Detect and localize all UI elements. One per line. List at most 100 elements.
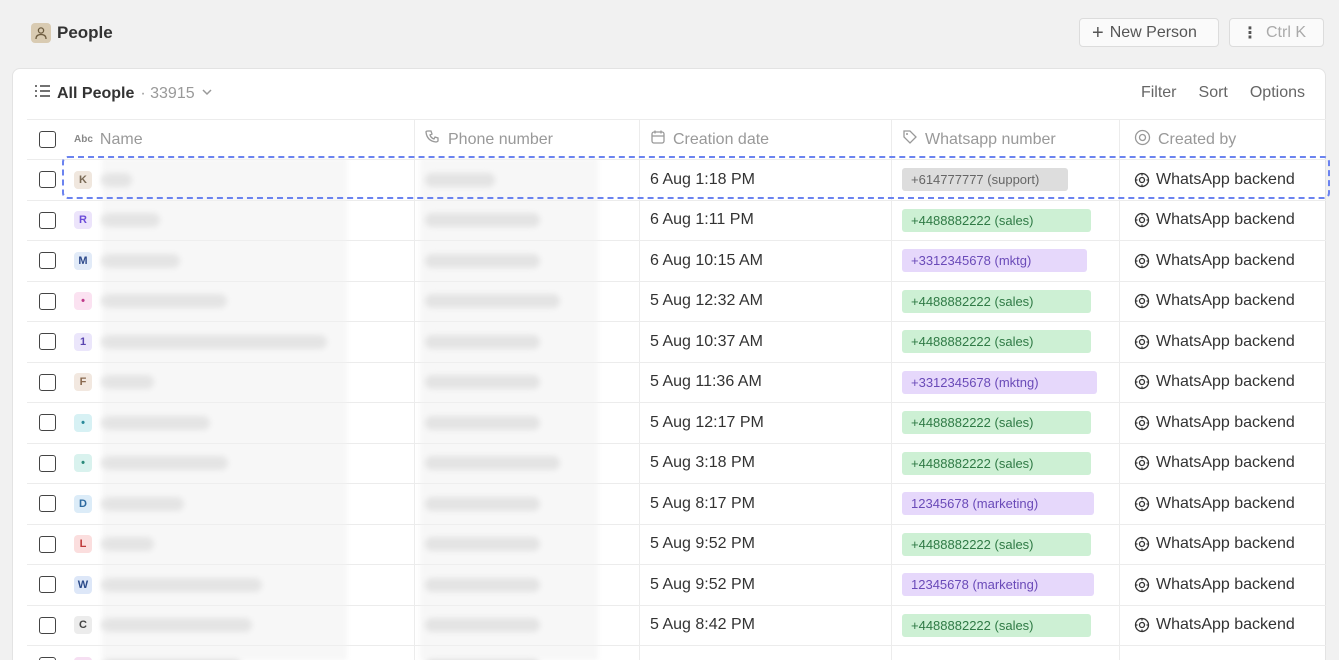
row-checkbox[interactable]	[38, 495, 56, 513]
name-cell[interactable]: R	[67, 200, 415, 240]
phone-cell[interactable]	[415, 605, 640, 645]
creation-date-cell[interactable]: 5 Aug 11:36 AM	[640, 362, 892, 402]
creation-date-cell[interactable]: 6 Aug 1:11 PM	[640, 200, 892, 240]
column-header-name[interactable]: Abc Name	[67, 120, 415, 159]
filter-button[interactable]: Filter	[1141, 84, 1177, 102]
phone-cell[interactable]	[415, 443, 640, 483]
phone-cell[interactable]	[415, 160, 640, 200]
command-menu-button[interactable]: ⋮ Ctrl K	[1229, 18, 1324, 47]
whatsapp-cell[interactable]: +4488882222 (sales)	[892, 605, 1120, 645]
phone-cell[interactable]	[415, 200, 640, 240]
creation-date-cell[interactable]: 5 Aug 9:52 PM	[640, 524, 892, 564]
phone-cell[interactable]	[415, 524, 640, 564]
phone-cell[interactable]	[415, 322, 640, 362]
table-row[interactable]: M 6 Aug 10:15 AM +3312345678 (mktg) What…	[27, 240, 1326, 281]
name-cell[interactable]: F	[67, 362, 415, 402]
table-row[interactable]: • 5 Aug 12:32 AM +4488882222 (sales) Wha…	[27, 280, 1326, 322]
created-by-cell[interactable]: WhatsApp backend	[1120, 201, 1326, 241]
table-row[interactable]: R 6 Aug 1:11 PM +4488882222 (sales) What…	[27, 199, 1326, 241]
whatsapp-cell[interactable]: +4488882222 (sales)	[892, 524, 1120, 564]
whatsapp-cell[interactable]: +4488882222 (sales)	[892, 322, 1120, 362]
new-person-button[interactable]: + New Person	[1079, 18, 1219, 47]
view-selector[interactable]: All People · 33915	[34, 83, 213, 104]
phone-cell[interactable]	[415, 565, 640, 605]
table-row[interactable]: 1 5 Aug 10:37 AM +4488882222 (sales) Wha…	[27, 321, 1326, 362]
created-by-cell[interactable]	[1120, 646, 1326, 660]
creation-date-cell[interactable]: 5 Aug 10:37 AM	[640, 322, 892, 362]
sort-button[interactable]: Sort	[1199, 84, 1228, 102]
row-checkbox[interactable]	[38, 171, 56, 189]
creation-date-cell[interactable]: 5 Aug 8:42 PM	[640, 605, 892, 645]
name-cell[interactable]: L	[67, 524, 415, 564]
whatsapp-cell[interactable]: +4488882222 (sales)	[892, 200, 1120, 240]
whatsapp-cell[interactable]: +3312345678 (mktg)	[892, 241, 1120, 281]
phone-cell[interactable]	[415, 241, 640, 281]
created-by-cell[interactable]: WhatsApp backend	[1120, 484, 1326, 524]
column-header-whatsapp[interactable]: Whatsapp number	[892, 120, 1120, 159]
table-row[interactable]: • 5 Aug 3:18 PM +4488882222 (sales) What…	[27, 442, 1326, 484]
row-checkbox[interactable]	[38, 535, 56, 553]
row-checkbox[interactable]	[38, 333, 56, 351]
name-cell[interactable]: M	[67, 241, 415, 281]
created-by-cell[interactable]: WhatsApp backend	[1120, 282, 1326, 322]
name-cell[interactable]: D	[67, 484, 415, 524]
options-button[interactable]: Options	[1250, 84, 1305, 102]
name-cell[interactable]: •	[67, 443, 415, 483]
name-cell[interactable]: C	[67, 605, 415, 645]
whatsapp-cell[interactable]: +614777777 (support)	[892, 160, 1120, 200]
table-row[interactable]: • 5 Aug 12:17 PM +4488882222 (sales) Wha…	[27, 402, 1326, 443]
table-row[interactable]: D 5 Aug 8:17 PM 12345678 (marketing) Wha…	[27, 483, 1326, 524]
whatsapp-cell[interactable]: +4488882222 (sales)	[892, 443, 1120, 483]
table-row[interactable]: L 5 Aug 9:52 PM +4488882222 (sales) What…	[27, 523, 1326, 565]
whatsapp-cell[interactable]: +4488882222 (sales)	[892, 281, 1120, 321]
whatsapp-cell[interactable]: 12345678 (marketing)	[892, 484, 1120, 524]
table-row[interactable]: K 6 Aug 1:18 PM +614777777 (support) Wha…	[27, 159, 1326, 200]
created-by-cell[interactable]: WhatsApp backend	[1120, 565, 1326, 605]
creation-date-cell[interactable]: 6 Aug 1:18 PM	[640, 160, 892, 200]
row-checkbox[interactable]	[38, 576, 56, 594]
name-cell[interactable]: 1	[67, 322, 415, 362]
created-by-cell[interactable]: WhatsApp backend	[1120, 322, 1326, 362]
row-checkbox[interactable]	[38, 616, 56, 634]
table-row[interactable]: F 5 Aug 11:36 AM +3312345678 (mktng) Wha…	[27, 361, 1326, 403]
phone-cell[interactable]	[415, 362, 640, 402]
table-row[interactable]: •	[27, 645, 1326, 660]
creation-date-cell[interactable]: 6 Aug 10:15 AM	[640, 241, 892, 281]
created-by-cell[interactable]: WhatsApp backend	[1120, 160, 1326, 200]
row-checkbox[interactable]	[38, 454, 56, 472]
phone-cell[interactable]	[415, 281, 640, 321]
name-cell[interactable]: •	[67, 403, 415, 443]
creation-date-cell[interactable]	[640, 646, 892, 660]
row-checkbox[interactable]	[38, 292, 56, 310]
created-by-cell[interactable]: WhatsApp backend	[1120, 403, 1326, 443]
row-checkbox[interactable]	[38, 414, 56, 432]
created-by-cell[interactable]: WhatsApp backend	[1120, 241, 1326, 281]
name-cell[interactable]: •	[67, 281, 415, 321]
name-cell[interactable]: W	[67, 565, 415, 605]
created-by-cell[interactable]: WhatsApp backend	[1120, 444, 1326, 484]
created-by-cell[interactable]: WhatsApp backend	[1120, 606, 1326, 646]
creation-date-cell[interactable]: 5 Aug 8:17 PM	[640, 484, 892, 524]
whatsapp-cell[interactable]: +4488882222 (sales)	[892, 403, 1120, 443]
row-checkbox[interactable]	[38, 252, 56, 270]
whatsapp-cell[interactable]: +3312345678 (mktng)	[892, 362, 1120, 402]
name-cell[interactable]: K	[67, 160, 415, 200]
created-by-cell[interactable]: WhatsApp backend	[1120, 525, 1326, 565]
column-header-created-by[interactable]: Created by	[1120, 120, 1326, 159]
creation-date-cell[interactable]: 5 Aug 12:32 AM	[640, 281, 892, 321]
column-header-date[interactable]: Creation date	[640, 120, 892, 159]
creation-date-cell[interactable]: 5 Aug 12:17 PM	[640, 403, 892, 443]
creation-date-cell[interactable]: 5 Aug 3:18 PM	[640, 443, 892, 483]
phone-cell[interactable]	[415, 484, 640, 524]
table-row[interactable]: C 5 Aug 8:42 PM +4488882222 (sales) What…	[27, 604, 1326, 646]
phone-cell[interactable]	[415, 646, 640, 660]
name-cell[interactable]: •	[67, 646, 415, 660]
row-checkbox[interactable]	[38, 211, 56, 229]
creation-date-cell[interactable]: 5 Aug 9:52 PM	[640, 565, 892, 605]
phone-cell[interactable]	[415, 403, 640, 443]
created-by-cell[interactable]: WhatsApp backend	[1120, 363, 1326, 403]
row-checkbox[interactable]	[38, 373, 56, 391]
table-row[interactable]: W 5 Aug 9:52 PM 12345678 (marketing) Wha…	[27, 564, 1326, 605]
whatsapp-cell[interactable]: 12345678 (marketing)	[892, 565, 1120, 605]
whatsapp-cell[interactable]	[892, 646, 1120, 660]
